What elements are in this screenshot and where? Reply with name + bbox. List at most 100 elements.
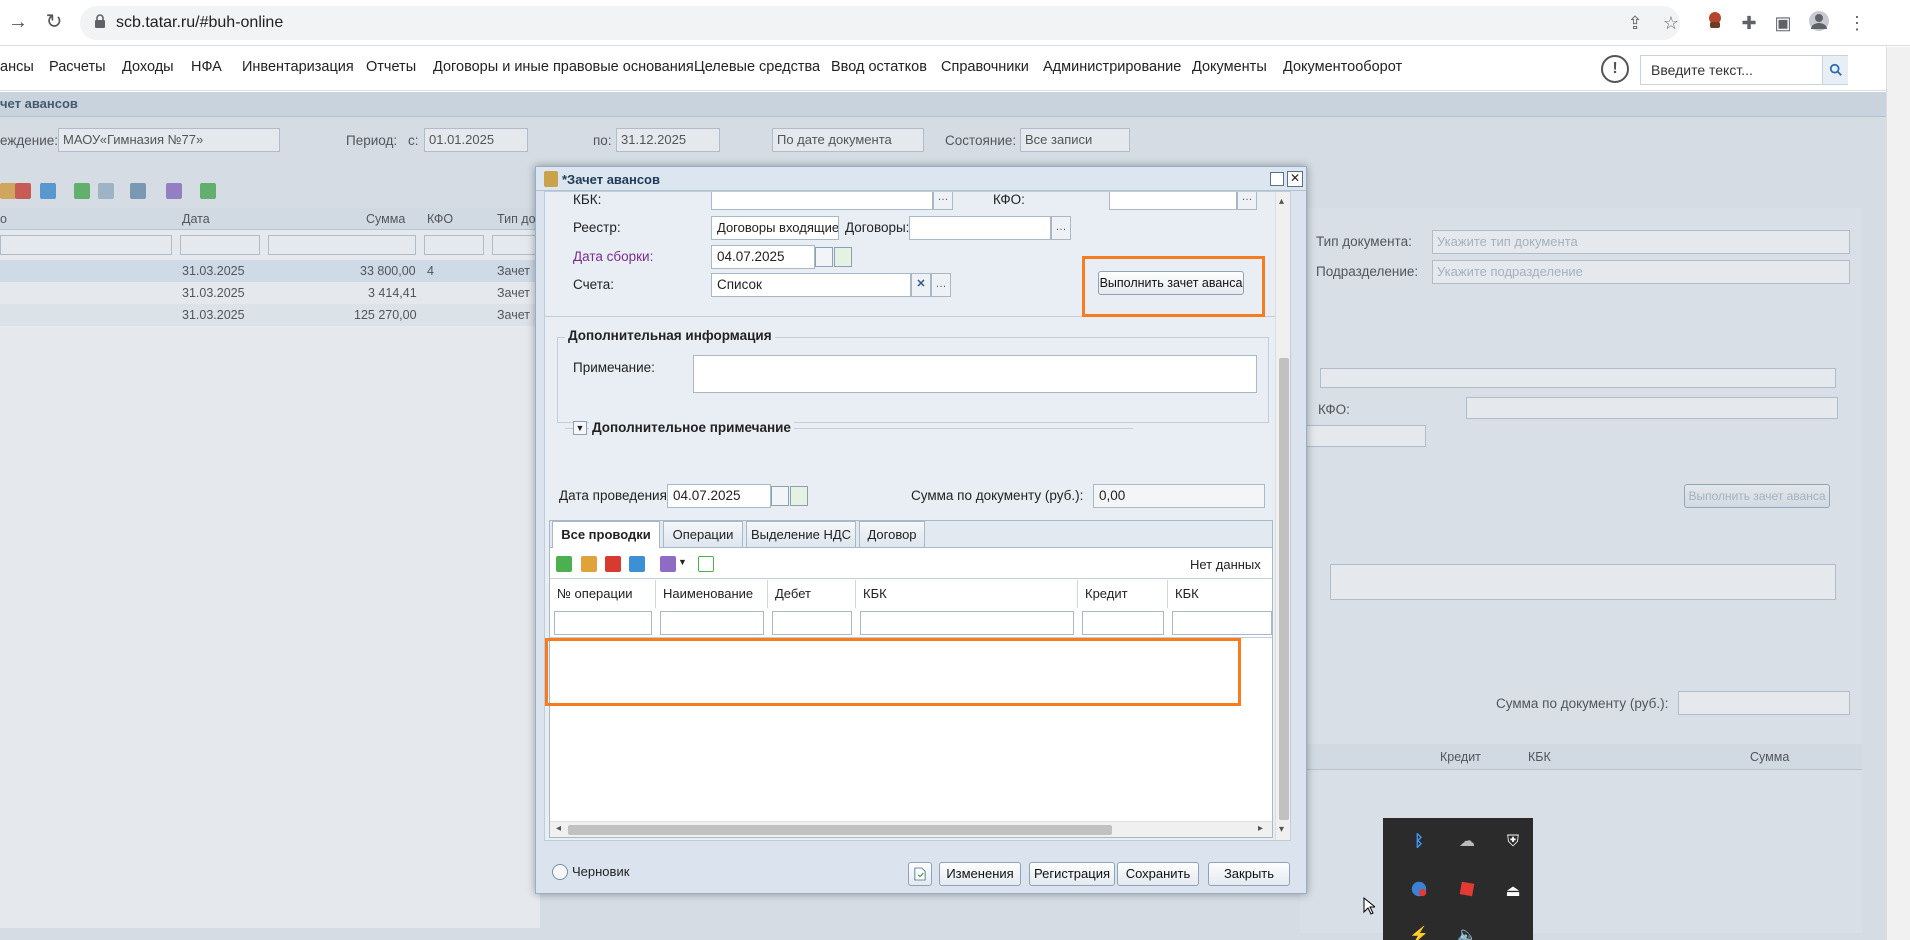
clear-accounts-button[interactable]: ✕ [911, 273, 931, 297]
calendar-icon[interactable] [771, 486, 789, 506]
refresh-icon[interactable] [698, 556, 714, 572]
contracts-label: Договоры: [845, 220, 910, 235]
menu-item[interactable]: Справочники [941, 59, 1029, 75]
filter-credit[interactable] [1082, 611, 1164, 635]
close-icon[interactable]: ✕ [1287, 171, 1303, 187]
postings-grid-header: № операции Наименование Дебет КБК Кредит… [550, 580, 1272, 638]
tab-operations[interactable]: Операции [663, 521, 743, 547]
menu-item[interactable]: Целевые средства [694, 59, 820, 75]
menu-item[interactable]: Доходы [122, 59, 174, 75]
menu-item[interactable]: Документы [1192, 59, 1267, 75]
filter-debit-kbk[interactable] [860, 611, 1074, 635]
reload-icon[interactable]: ↻ [40, 8, 68, 36]
add-icon[interactable] [556, 556, 572, 572]
menu-item[interactable]: Инвентаризация [242, 59, 354, 75]
profile-icon[interactable] [1806, 10, 1832, 36]
app-tray-icon[interactable] [1455, 880, 1479, 904]
delete-icon[interactable] [605, 556, 621, 572]
settings-icon[interactable] [660, 556, 676, 572]
col-credit[interactable]: Кредит [1078, 580, 1168, 608]
expand-icon[interactable]: ▼ [573, 421, 587, 435]
address-bar[interactable]: scb.tatar.ru/#buh-online [80, 6, 1680, 40]
star-icon[interactable]: ☆ [1658, 10, 1684, 36]
filter-operation-no[interactable] [554, 611, 652, 635]
accounts-field[interactable]: Список [711, 273, 911, 297]
accounts-label: Счета: [573, 277, 614, 292]
col-name[interactable]: Наименование [656, 580, 768, 608]
eject-icon[interactable]: ⏏ [1501, 880, 1525, 904]
calendar-icon[interactable] [815, 247, 833, 267]
assembly-date-field[interactable]: 04.07.2025 [711, 245, 815, 269]
note-textarea[interactable] [693, 355, 1257, 393]
cloud-offline-icon[interactable]: ☁ [1455, 830, 1479, 854]
tab-vat[interactable]: Выделение НДС [746, 521, 856, 547]
kfo-label: КФО: [993, 192, 1025, 207]
kfo-field[interactable] [1109, 192, 1237, 210]
bluetooth-icon[interactable]: ᛒ [1407, 830, 1431, 854]
copy-icon[interactable] [629, 556, 645, 572]
maximize-icon[interactable] [1270, 172, 1284, 186]
posting-date-field[interactable]: 04.07.2025 [667, 484, 771, 508]
chevron-down-icon[interactable]: ▼ [678, 557, 687, 567]
browser-toolbar: → ↻ scb.tatar.ru/#buh-online ⇪ ☆ ✚ ▣ ⋮ [0, 0, 1910, 46]
close-button[interactable]: Закрыть [1208, 862, 1290, 886]
postings-toolbar: ▼ Нет данных [550, 549, 1272, 579]
share-icon[interactable]: ⇪ [1622, 10, 1648, 36]
extension-avatar-icon[interactable] [1702, 10, 1728, 36]
tab-contract[interactable]: Договор [859, 521, 925, 547]
page-scrollbar[interactable] [1886, 47, 1910, 940]
menu-item[interactable]: Ввод остатков [831, 59, 927, 75]
info-icon[interactable]: ! [1601, 55, 1629, 83]
attach-file-button[interactable] [908, 862, 932, 886]
registry-field[interactable]: Договоры входящие [711, 216, 839, 240]
menu-item[interactable]: НФА [191, 59, 222, 75]
col-credit-kbk[interactable]: КБК [1168, 580, 1272, 608]
menu-item[interactable]: Администрирование [1043, 59, 1181, 75]
extra-info-legend: Дополнительная информация [565, 328, 775, 343]
kbk-picker-button[interactable]: … [933, 192, 953, 210]
dialog-vscrollbar[interactable]: ▴ ▾ [1275, 192, 1290, 840]
menu-item[interactable]: Договоры и иные правовые основания [433, 59, 694, 75]
kfo-picker-button[interactable]: … [1237, 192, 1257, 210]
menu-item[interactable]: анcы [0, 59, 34, 75]
app-menu-bar: анcы Расчеты Доходы НФА Инвентаризация О… [0, 47, 1886, 91]
chrome-update-icon[interactable] [1407, 880, 1431, 904]
document-icon [914, 867, 926, 881]
grid-hscrollbar[interactable]: ◂ ▸ [550, 821, 1272, 837]
save-button[interactable]: Сохранить [1117, 862, 1199, 886]
sidepanel-icon[interactable]: ▣ [1770, 10, 1796, 36]
security-shield-icon[interactable]: ⛨ [1501, 830, 1525, 854]
menu-kebab-icon[interactable]: ⋮ [1844, 10, 1870, 36]
changes-button[interactable]: Изменения [939, 862, 1021, 886]
menu-item[interactable]: Отчеты [366, 59, 416, 75]
posting-date-label: Дата проведения: [559, 488, 671, 503]
accounts-picker-button[interactable]: … [931, 273, 951, 297]
kbk-field[interactable] [711, 192, 933, 210]
volume-icon[interactable]: 🔈 [1455, 924, 1479, 940]
contracts-picker-button[interactable]: … [1051, 216, 1071, 240]
col-operation-no[interactable]: № операции [550, 580, 656, 608]
global-search-input[interactable]: Введите текст... [1640, 55, 1848, 85]
kbk-label: КБК: [573, 192, 602, 207]
col-debit[interactable]: Дебет [768, 580, 856, 608]
calendar-today-icon[interactable] [834, 247, 852, 267]
col-debit-kbk[interactable]: КБК [856, 580, 1078, 608]
menu-item[interactable]: Расчеты [49, 59, 106, 75]
filter-name[interactable] [660, 611, 764, 635]
search-icon [1829, 63, 1842, 76]
register-button[interactable]: Регистрация [1029, 862, 1115, 886]
filter-debit[interactable] [772, 611, 852, 635]
calendar-today-icon[interactable] [790, 486, 808, 506]
system-tray-popup: ᛒ ☁ ⛨ ⏏ ⚡ 🔈 [1383, 818, 1533, 940]
search-button[interactable] [1822, 56, 1848, 84]
menu-item[interactable]: Документооборот [1283, 59, 1402, 75]
extra-note-legend[interactable]: Дополнительное примечание [589, 420, 794, 435]
power-icon[interactable]: ⚡ [1407, 924, 1431, 940]
execute-advance-offset-button[interactable]: Выполнить зачет аванса [1098, 271, 1244, 295]
forward-icon[interactable]: → [4, 8, 32, 36]
contracts-field[interactable] [909, 216, 1051, 240]
puzzle-icon[interactable]: ✚ [1736, 10, 1762, 36]
filter-credit-kbk[interactable] [1172, 611, 1272, 635]
tab-all-postings[interactable]: Все проводки [552, 521, 660, 548]
edit-icon[interactable] [581, 556, 597, 572]
